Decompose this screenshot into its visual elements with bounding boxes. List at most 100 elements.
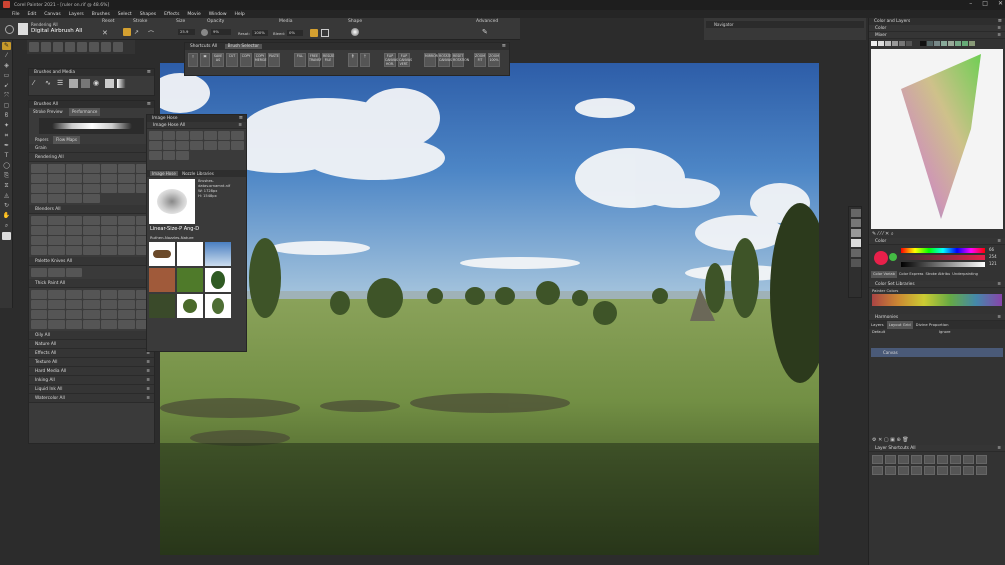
layer-adjuster-icon[interactable]: ➹ — [2, 82, 11, 90]
swatch[interactable] — [969, 41, 975, 46]
dab[interactable] — [48, 310, 65, 319]
swatch[interactable] — [878, 41, 884, 46]
swatch[interactable] — [913, 41, 919, 46]
dab[interactable] — [203, 141, 217, 150]
flip-vertical-button[interactable]: FLIP CANVAS VERT. — [398, 53, 412, 67]
rgb-b[interactable]: 121 — [989, 261, 997, 266]
dab[interactable] — [31, 216, 48, 225]
dab[interactable] — [48, 236, 65, 245]
layer-shortcut-btn[interactable] — [976, 455, 987, 464]
swatch[interactable] — [871, 41, 877, 46]
strip-icon-3[interactable] — [851, 229, 861, 237]
dab[interactable] — [162, 131, 176, 140]
color-row[interactable]: Color — [869, 25, 1005, 32]
dab[interactable] — [31, 184, 48, 193]
dab[interactable] — [100, 184, 118, 193]
group-watercolor[interactable]: Watercolor All — [29, 394, 154, 403]
dab[interactable] — [31, 268, 48, 277]
mixer-pad[interactable] — [871, 49, 1003, 229]
layer-shortcut-btn[interactable] — [885, 466, 896, 475]
group-nature[interactable]: Nature All — [29, 340, 154, 349]
layer-shortcuts-row[interactable]: Layer Shortcuts All — [869, 445, 1005, 452]
stroke-line-icon[interactable]: ↗ — [134, 29, 139, 36]
rotate-page-icon[interactable]: ↻ — [2, 202, 11, 210]
image-hose-tab[interactable]: Image Hose — [150, 171, 178, 176]
menu-window[interactable]: Window — [209, 12, 227, 17]
color-layers-title[interactable]: Color and Layers — [869, 18, 1005, 25]
main-color-circle[interactable] — [874, 251, 888, 265]
dab[interactable] — [65, 236, 83, 245]
stroke-curve-icon[interactable]: ⌒ — [148, 29, 154, 38]
nozzle-thumb-log[interactable] — [149, 242, 175, 266]
dab[interactable] — [31, 310, 48, 319]
layer-shortcut-btn[interactable] — [885, 455, 896, 464]
menu-brushes[interactable]: Brushes — [92, 12, 110, 17]
swatch[interactable] — [962, 41, 968, 46]
eye-icon[interactable]: ◉ — [93, 79, 102, 88]
rgb-g[interactable]: 254 — [989, 254, 997, 259]
opacity-field[interactable]: 9% — [211, 29, 231, 35]
copy-button[interactable]: COPY — [240, 53, 252, 67]
free-transform-button[interactable]: FREE TRANSF — [308, 53, 321, 67]
strip-icon-5[interactable] — [851, 249, 861, 257]
dab[interactable] — [118, 236, 135, 245]
tab-stroke-attributes[interactable]: Stroke Attribu — [925, 271, 950, 278]
flip-horizontal-button[interactable]: FLIP CANVAS HOR. — [384, 53, 398, 67]
layer-shortcut-btn[interactable] — [924, 455, 935, 464]
tab-underpainting[interactable]: Underpainting — [952, 271, 978, 278]
dirty-mode-icon[interactable] — [310, 29, 318, 37]
dab[interactable] — [83, 300, 100, 309]
canvas-document[interactable] — [160, 63, 819, 555]
dab[interactable] — [83, 184, 100, 193]
dab[interactable] — [48, 184, 65, 193]
dab[interactable] — [83, 320, 100, 329]
cloner-tool-icon[interactable]: ⎘ — [2, 172, 11, 180]
dab[interactable] — [83, 290, 100, 299]
dab[interactable] — [100, 236, 118, 245]
dab[interactable] — [100, 164, 118, 173]
dab[interactable] — [83, 216, 100, 225]
mirror-button[interactable]: MIRROR — [424, 53, 438, 67]
layer-shortcut-btn[interactable] — [937, 455, 948, 464]
dab[interactable] — [31, 320, 48, 329]
dab[interactable] — [65, 216, 83, 225]
reset-tool-icon[interactable]: ✕ — [102, 29, 108, 37]
fill-button[interactable]: FILL — [294, 53, 306, 67]
dab[interactable] — [118, 320, 135, 329]
recent-brush-2[interactable] — [41, 42, 51, 52]
layer-shortcut-btn[interactable] — [911, 455, 922, 464]
dab[interactable] — [231, 131, 244, 140]
dab[interactable] — [31, 236, 48, 245]
dab[interactable] — [176, 151, 190, 160]
nozzle-thumb-rocks[interactable] — [149, 268, 175, 292]
dab[interactable] — [190, 131, 203, 140]
align-edge-button[interactable]: ┼ — [360, 53, 370, 67]
dab[interactable] — [83, 246, 100, 255]
dab[interactable] — [100, 320, 118, 329]
dab[interactable] — [65, 184, 83, 193]
dab[interactable] — [100, 300, 118, 309]
swatch[interactable] — [892, 41, 898, 46]
recent-brush-5[interactable] — [77, 42, 87, 52]
recent-brush-4[interactable] — [65, 42, 75, 52]
recent-brush-6[interactable] — [89, 42, 99, 52]
gradient-icon[interactable] — [117, 79, 126, 88]
brush-variant-label[interactable]: Digital Airbrush All — [31, 28, 82, 34]
minimize-button[interactable]: – — [969, 0, 972, 7]
dab[interactable] — [149, 131, 162, 140]
mixer-row[interactable]: Mixer — [869, 32, 1005, 39]
swatch[interactable] — [948, 41, 954, 46]
rect-select-icon[interactable]: ▢ — [2, 102, 11, 110]
dab[interactable] — [118, 174, 135, 183]
papers-label[interactable]: Papers — [35, 137, 48, 142]
dab[interactable] — [118, 164, 135, 173]
list-icon[interactable]: ☰ — [57, 79, 66, 88]
group-liquid-ink[interactable]: Liquid Ink All — [29, 385, 154, 394]
new-file-button[interactable]: ▯ — [188, 53, 198, 67]
swatch[interactable] — [885, 41, 891, 46]
dab[interactable] — [83, 236, 100, 245]
dab[interactable] — [65, 246, 83, 255]
dab[interactable] — [65, 164, 83, 173]
dab[interactable] — [83, 310, 100, 319]
copy-merge-button[interactable]: COPY MERGE — [254, 53, 266, 67]
